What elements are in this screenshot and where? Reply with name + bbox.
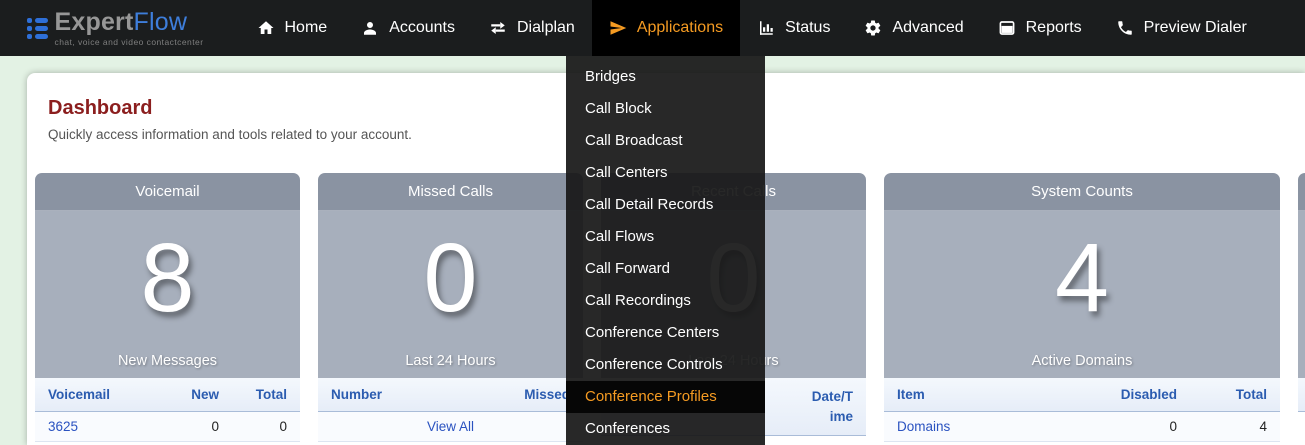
column-header: New — [170, 378, 232, 412]
window-icon — [998, 19, 1016, 37]
nav-item-advanced[interactable]: Advanced — [847, 0, 980, 56]
transfer-arrows-icon — [489, 19, 507, 37]
nav-item-reports[interactable]: Reports — [981, 0, 1099, 56]
nav-label: Preview Dialer — [1144, 19, 1247, 37]
voicemail-panel: Voicemail 8 New Messages Voicemail New T… — [35, 173, 300, 442]
system-counts-panel: System Counts 4 Active Domains Item Disa… — [884, 173, 1280, 442]
missed-calls-count: 0 — [318, 211, 583, 326]
missed-calls-table: Number Missed View All — [318, 378, 583, 442]
column-header: Disabled — [1060, 378, 1190, 412]
panel-caption: Active Domains — [884, 353, 1280, 369]
list-dots-icon — [27, 18, 48, 39]
nav-label: Status — [785, 19, 830, 37]
panel-caption: New Messages — [35, 353, 300, 369]
brand-logo[interactable]: ExpertFlow chat, voice and video contact… — [27, 0, 204, 56]
view-all-link[interactable]: View All — [427, 419, 474, 434]
nav-label: Home — [285, 19, 328, 37]
column-header: Total — [1190, 378, 1280, 412]
table-row: Domains 0 4 — [884, 412, 1280, 442]
nav-item-accounts[interactable]: Accounts — [344, 0, 472, 56]
nav-label: Reports — [1026, 19, 1082, 37]
nav-item-dialplan[interactable]: Dialplan — [472, 0, 592, 56]
brand-name-primary: Expert — [55, 8, 134, 36]
menu-item-conference-controls[interactable]: Conference Controls — [566, 349, 765, 381]
domains-link[interactable]: Domains — [897, 419, 950, 434]
brand-name-secondary: Flow — [134, 8, 188, 36]
menu-item-call-forward[interactable]: Call Forward — [566, 253, 765, 285]
menu-item-call-broadcast[interactable]: Call Broadcast — [566, 125, 765, 157]
column-header: Item — [884, 378, 1060, 412]
voicemail-box-link[interactable]: 3625 — [48, 419, 78, 434]
menu-item-call-centers[interactable]: Call Centers — [566, 157, 765, 189]
column-header: Voicemail — [35, 378, 170, 412]
nav-label: Applications — [637, 19, 723, 37]
cell-total: 4 — [1190, 412, 1280, 442]
nav-item-status[interactable]: Status — [740, 0, 847, 56]
nav-item-home[interactable]: Home — [240, 0, 345, 56]
voicemail-table: Voicemail New Total 3625 0 0 — [35, 378, 300, 442]
cell-total: 0 — [232, 412, 300, 442]
nav-label: Dialplan — [517, 19, 575, 37]
top-navbar: ExpertFlow chat, voice and video contact… — [0, 0, 1305, 56]
nav-label: Accounts — [389, 19, 455, 37]
missed-calls-panel: Missed Calls 0 Last 24 Hours Number Miss… — [318, 173, 583, 442]
bar-chart-icon — [757, 19, 775, 37]
panel-caption: Last 24 Hours — [318, 353, 583, 369]
home-icon — [257, 19, 275, 37]
brand-tagline: chat, voice and video contactcenter — [55, 38, 204, 47]
menu-item-conference-profiles[interactable]: Conference Profiles — [566, 381, 765, 413]
menu-item-call-recordings[interactable]: Call Recordings — [566, 285, 765, 317]
menu-item-bridges[interactable]: Bridges — [566, 61, 765, 93]
nav-label: Advanced — [892, 19, 963, 37]
menu-item-call-block[interactable]: Call Block — [566, 93, 765, 125]
paper-plane-icon — [609, 19, 627, 37]
cell-new: 0 — [170, 412, 232, 442]
voicemail-count: 8 — [35, 211, 300, 326]
panel-title: Missed Calls — [318, 173, 583, 211]
system-counts-value: 4 — [884, 211, 1280, 326]
partial-panel — [1298, 173, 1305, 412]
system-counts-table: Item Disabled Total Domains 0 4 — [884, 378, 1280, 442]
menu-item-call-flows[interactable]: Call Flows — [566, 221, 765, 253]
menu-item-conference-centers[interactable]: Conference Centers — [566, 317, 765, 349]
gear-icon — [864, 19, 882, 37]
cell-disabled: 0 — [1060, 412, 1190, 442]
menu-item-call-detail-records[interactable]: Call Detail Records — [566, 189, 765, 221]
nav-item-applications[interactable]: Applications — [592, 0, 740, 56]
user-icon — [361, 19, 379, 37]
panel-title: System Counts — [884, 173, 1280, 211]
panel-title: Voicemail — [35, 173, 300, 211]
column-header: Date/Time — [798, 378, 866, 436]
column-header: Number — [318, 378, 503, 412]
phone-icon — [1116, 19, 1134, 37]
table-row: 3625 0 0 — [35, 412, 300, 442]
main-menu: Home Accounts Dialplan Applications Stat… — [240, 0, 1264, 56]
menu-item-conferences[interactable]: Conferences — [566, 413, 765, 445]
applications-dropdown-menu: Bridges Call Block Call Broadcast Call C… — [566, 56, 765, 445]
column-header: Total — [232, 378, 300, 412]
table-row: View All — [318, 412, 583, 442]
nav-item-preview-dialer[interactable]: Preview Dialer — [1099, 0, 1264, 56]
